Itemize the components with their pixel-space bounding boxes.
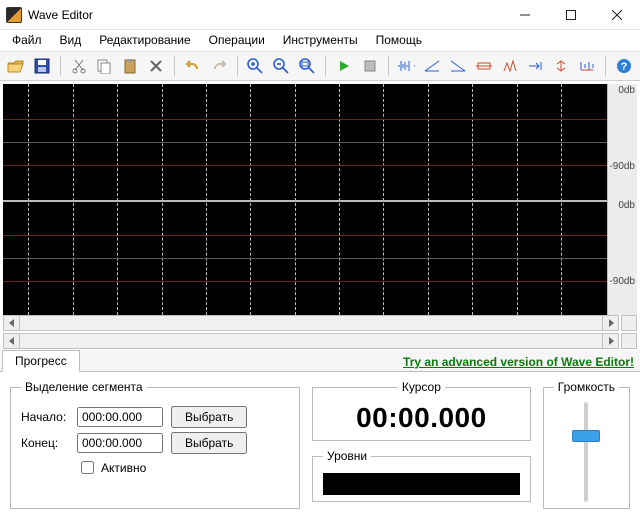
toolbar: ? [0,52,640,82]
scroll-right-icon[interactable] [602,334,618,348]
redo-icon[interactable] [207,54,231,78]
levels-legend: Уровни [323,449,371,463]
window-title: Wave Editor [28,8,93,22]
svg-text:?: ? [621,61,628,73]
menu-help[interactable]: Помощь [368,32,430,48]
menu-file[interactable]: Файл [4,32,50,48]
paste-icon[interactable] [118,54,142,78]
fx-silence-icon[interactable] [472,54,496,78]
segment-end-label: Конец: [21,436,69,450]
undo-icon[interactable] [181,54,205,78]
fx-normalize-icon[interactable] [395,54,419,78]
segment-end-select-button[interactable]: Выбрать [171,432,247,454]
ruler-label: -90db [609,276,635,287]
ruler-label: 0db [618,200,635,211]
zoom-selection-icon[interactable] [295,54,319,78]
fx-fadeout-icon[interactable] [446,54,470,78]
menu-view[interactable]: Вид [52,32,90,48]
fx-invert-icon[interactable] [549,54,573,78]
zoom-out-icon[interactable] [269,54,293,78]
segment-active-checkbox[interactable]: Активно [77,458,289,477]
segment-start-input[interactable] [77,407,163,427]
ruler-label: -90db [609,161,635,172]
toolbar-sep [174,56,175,76]
scroll-corner [621,315,637,331]
waveform-area: 0db -90db 0db -90db [0,81,640,315]
toolbar-sep [237,56,238,76]
volume-slider[interactable] [554,402,619,502]
db-ruler: 0db -90db 0db -90db [607,84,637,315]
volume-group: Громкость [543,380,630,509]
levels-group: Уровни [312,449,531,502]
segment-active-label: Активно [101,461,146,475]
menu-tools[interactable]: Инструменты [275,32,366,48]
menubar: Файл Вид Редактирование Операции Инструм… [0,30,640,52]
fx-amplify-icon[interactable] [498,54,522,78]
waveform-canvas[interactable]: 0db -90db 0db -90db [3,84,637,315]
ruler-label: 0db [618,85,635,96]
open-icon[interactable] [4,54,28,78]
scroll-left-icon[interactable] [4,334,20,348]
minimize-button[interactable] [502,0,548,30]
help-icon[interactable]: ? [612,54,636,78]
volume-thumb[interactable] [572,430,600,442]
cursor-legend: Курсор [398,380,445,394]
segment-end-input[interactable] [77,433,163,453]
zoom-in-icon[interactable] [244,54,268,78]
segment-legend: Выделение сегмента [21,380,147,394]
cursor-time: 00:00.000 [323,402,520,434]
promo-link[interactable]: Try an advanced version of Wave Editor! [403,355,634,371]
maximize-button[interactable] [548,0,594,30]
levels-meter [323,473,520,495]
tab-row: Прогресс Try an advanced version of Wave… [0,350,640,372]
close-button[interactable] [594,0,640,30]
segment-active-input[interactable] [81,461,94,474]
app-icon [6,7,22,23]
segment-start-label: Начало: [21,410,69,424]
scroll-left-icon[interactable] [4,316,20,330]
h-scrollbar-top[interactable] [3,315,619,331]
scroll-right-icon[interactable] [602,316,618,330]
bottom-panel: Выделение сегмента Начало: Выбрать Конец… [0,372,640,515]
delete-icon[interactable] [144,54,168,78]
toolbar-sep [325,56,326,76]
scroll-corner [621,333,637,349]
cut-icon[interactable] [67,54,91,78]
fx-fadein-icon[interactable] [420,54,444,78]
fx-resample-icon[interactable] [575,54,599,78]
cursor-group: Курсор 00:00.000 [312,380,531,441]
h-scrollbar-bottom[interactable] [3,333,619,349]
toolbar-sep [60,56,61,76]
stop-icon[interactable] [358,54,382,78]
menu-edit[interactable]: Редактирование [91,32,198,48]
tab-progress[interactable]: Прогресс [2,350,80,372]
play-icon[interactable] [332,54,356,78]
menu-ops[interactable]: Операции [201,32,273,48]
titlebar: Wave Editor [0,0,640,30]
copy-icon[interactable] [92,54,116,78]
save-icon[interactable] [30,54,54,78]
segment-group: Выделение сегмента Начало: Выбрать Конец… [10,380,300,509]
segment-start-select-button[interactable]: Выбрать [171,406,247,428]
fx-reverse-icon[interactable] [524,54,548,78]
toolbar-sep [388,56,389,76]
volume-legend: Громкость [554,380,619,394]
toolbar-sep [605,56,606,76]
